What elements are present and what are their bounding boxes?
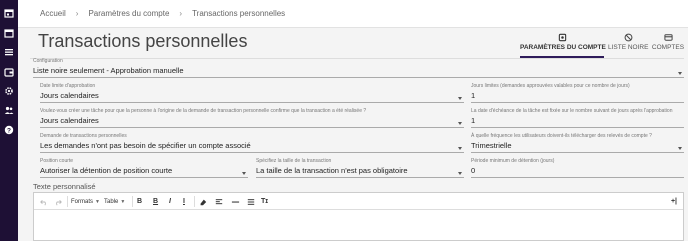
field-label: Configuration: [33, 58, 63, 64]
field-label: Date limite d'approbation: [40, 83, 96, 89]
formats-dropdown[interactable]: Formats ▼: [71, 196, 100, 207]
toolbar-separator: [194, 196, 195, 207]
field-label: Période minimum de détention (jours): [471, 158, 555, 164]
holding-period-input[interactable]: Période minimum de détention (jours) 0: [471, 158, 684, 178]
tab-label: PARAMÈTRES DU COMPTE: [520, 44, 606, 51]
horizontal-rule-icon[interactable]: [231, 196, 240, 207]
field-underline: [33, 77, 684, 78]
field-underline: [471, 102, 684, 103]
list-icon[interactable]: [4, 47, 14, 57]
redo-icon[interactable]: [54, 196, 62, 207]
field-value: Autoriser la détention de position court…: [40, 166, 173, 175]
chevron-down-icon: [678, 72, 682, 75]
chevron-down-icon: [458, 172, 462, 175]
text-format-button[interactable]: Tɪ: [261, 196, 268, 207]
field-label: Demande de transactions personnelles: [40, 133, 127, 139]
field-value: Jours calendaires: [40, 116, 99, 125]
field-value: 1: [471, 91, 476, 100]
calendar-icon[interactable]: [4, 8, 14, 18]
italic-button[interactable]: I: [169, 196, 171, 207]
bold-underline-button[interactable]: B: [153, 196, 158, 207]
chevron-down-icon: [458, 122, 462, 125]
field-value: 0: [471, 166, 476, 175]
underline-button[interactable]: I: [183, 196, 185, 207]
gear-icon[interactable]: [4, 86, 14, 96]
field-underline: [471, 177, 684, 178]
tab-account-settings[interactable]: PARAMÈTRES DU COMPTE: [520, 30, 606, 58]
formats-label: Formats: [71, 198, 94, 205]
field-value: La taille de la transaction n'est pas ob…: [256, 166, 408, 175]
chevron-down-icon: [458, 147, 462, 150]
configuration-select[interactable]: Configuration Liste noire seulement - Ap…: [33, 58, 684, 78]
field-value: 1: [471, 116, 476, 125]
field-label: Voulez-vous créer une tâche pour que la …: [40, 108, 367, 114]
transaction-size-select[interactable]: Spécifiez la taille de la transaction La…: [256, 158, 464, 178]
top-bar: Accueil › Paramètres du compte › Transaction…: [18, 0, 688, 28]
breadcrumb-account-settings[interactable]: Paramètres du compte: [88, 9, 169, 18]
chevron-down-icon: [242, 172, 246, 175]
list-icon[interactable]: [247, 196, 255, 207]
editor-toolbar: Formats ▼ Table ▼ B B I I Tɪ +|: [34, 193, 683, 210]
table-dropdown[interactable]: Table ▼: [104, 196, 125, 207]
block-icon: [624, 33, 632, 42]
breadcrumb-separator: ›: [179, 9, 183, 18]
tab-label: COMPTES: [651, 44, 685, 51]
chevron-down-icon: [458, 97, 462, 100]
field-underline: [40, 177, 248, 178]
field-value: Trimestrielle: [471, 141, 512, 150]
breadcrumb-separator: ›: [75, 9, 79, 18]
field-label: Spécifiez la taille de la transaction: [256, 158, 332, 164]
field-label: Jours limites (demandes approuvées valab…: [471, 83, 630, 89]
chevron-down-icon: [678, 147, 682, 150]
settings-icon: [558, 33, 566, 42]
field-underline: [40, 127, 464, 128]
limit-days-input[interactable]: Jours limites (demandes approuvées valab…: [471, 83, 684, 103]
statement-frequency-select[interactable]: À quelle fréquence les utilisateurs doiv…: [471, 133, 684, 153]
wallet-icon[interactable]: [4, 67, 14, 77]
breadcrumb-home[interactable]: Accueil: [40, 9, 66, 18]
approval-deadline-select[interactable]: Date limite d'approbation Jours calendai…: [40, 83, 464, 103]
field-underline: [471, 127, 684, 128]
field-underline: [40, 102, 464, 103]
page-title: Transactions personnelles: [38, 31, 248, 51]
tab-blacklist[interactable]: LISTE NOIRE: [608, 30, 648, 58]
accounts-icon: [663, 34, 673, 41]
add-button[interactable]: +|: [671, 196, 677, 207]
breadcrumb-current: Transactions personnelles: [192, 9, 286, 18]
short-position-select[interactable]: Position courte Autoriser la détention d…: [40, 158, 248, 178]
toolbar-separator: [132, 196, 133, 207]
field-underline: [471, 152, 684, 153]
calendar-check-icon[interactable]: [4, 28, 14, 38]
tab-label: LISTE NOIRE: [608, 44, 649, 51]
field-underline: [40, 152, 464, 153]
table-label: Table: [104, 198, 119, 205]
field-underline: [256, 177, 464, 178]
svg-text:?: ?: [7, 127, 11, 134]
field-label: La date d'échéance de la tâche est fixée…: [471, 108, 673, 114]
eraser-icon[interactable]: [199, 196, 207, 207]
field-value: Jours calendaires: [40, 91, 99, 100]
confirmation-task-select[interactable]: Voulez-vous créer une tâche pour que la …: [40, 108, 464, 128]
task-due-days-input[interactable]: La date d'échéance de la tâche est fixée…: [471, 108, 684, 128]
chevron-down-icon: ▼: [120, 198, 126, 205]
field-label: À quelle fréquence les utilisateurs doiv…: [471, 133, 652, 139]
align-left-icon[interactable]: [215, 196, 223, 207]
chevron-down-icon: ▼: [95, 198, 100, 205]
tab-accounts[interactable]: COMPTES: [650, 30, 686, 58]
request-type-select[interactable]: Demande de transactions personnelles Les…: [40, 133, 464, 153]
custom-text-label: Texte personnalisé: [33, 182, 96, 191]
people-icon[interactable]: [4, 105, 14, 115]
toolbar-separator: [67, 196, 68, 207]
field-value: Les demandes n'ont pas besoin de spécifi…: [40, 141, 251, 150]
sidebar: ?: [0, 0, 18, 241]
field-value: Liste noire seulement - Approbation manu…: [33, 66, 184, 75]
undo-icon[interactable]: [40, 196, 48, 207]
help-icon[interactable]: ?: [4, 125, 14, 135]
bold-button[interactable]: B: [137, 196, 142, 207]
rich-text-editor[interactable]: Formats ▼ Table ▼ B B I I Tɪ +|: [33, 192, 684, 241]
breadcrumb: Accueil › Paramètres du compte › Transaction…: [40, 9, 295, 18]
field-label: Position courte: [40, 158, 74, 164]
